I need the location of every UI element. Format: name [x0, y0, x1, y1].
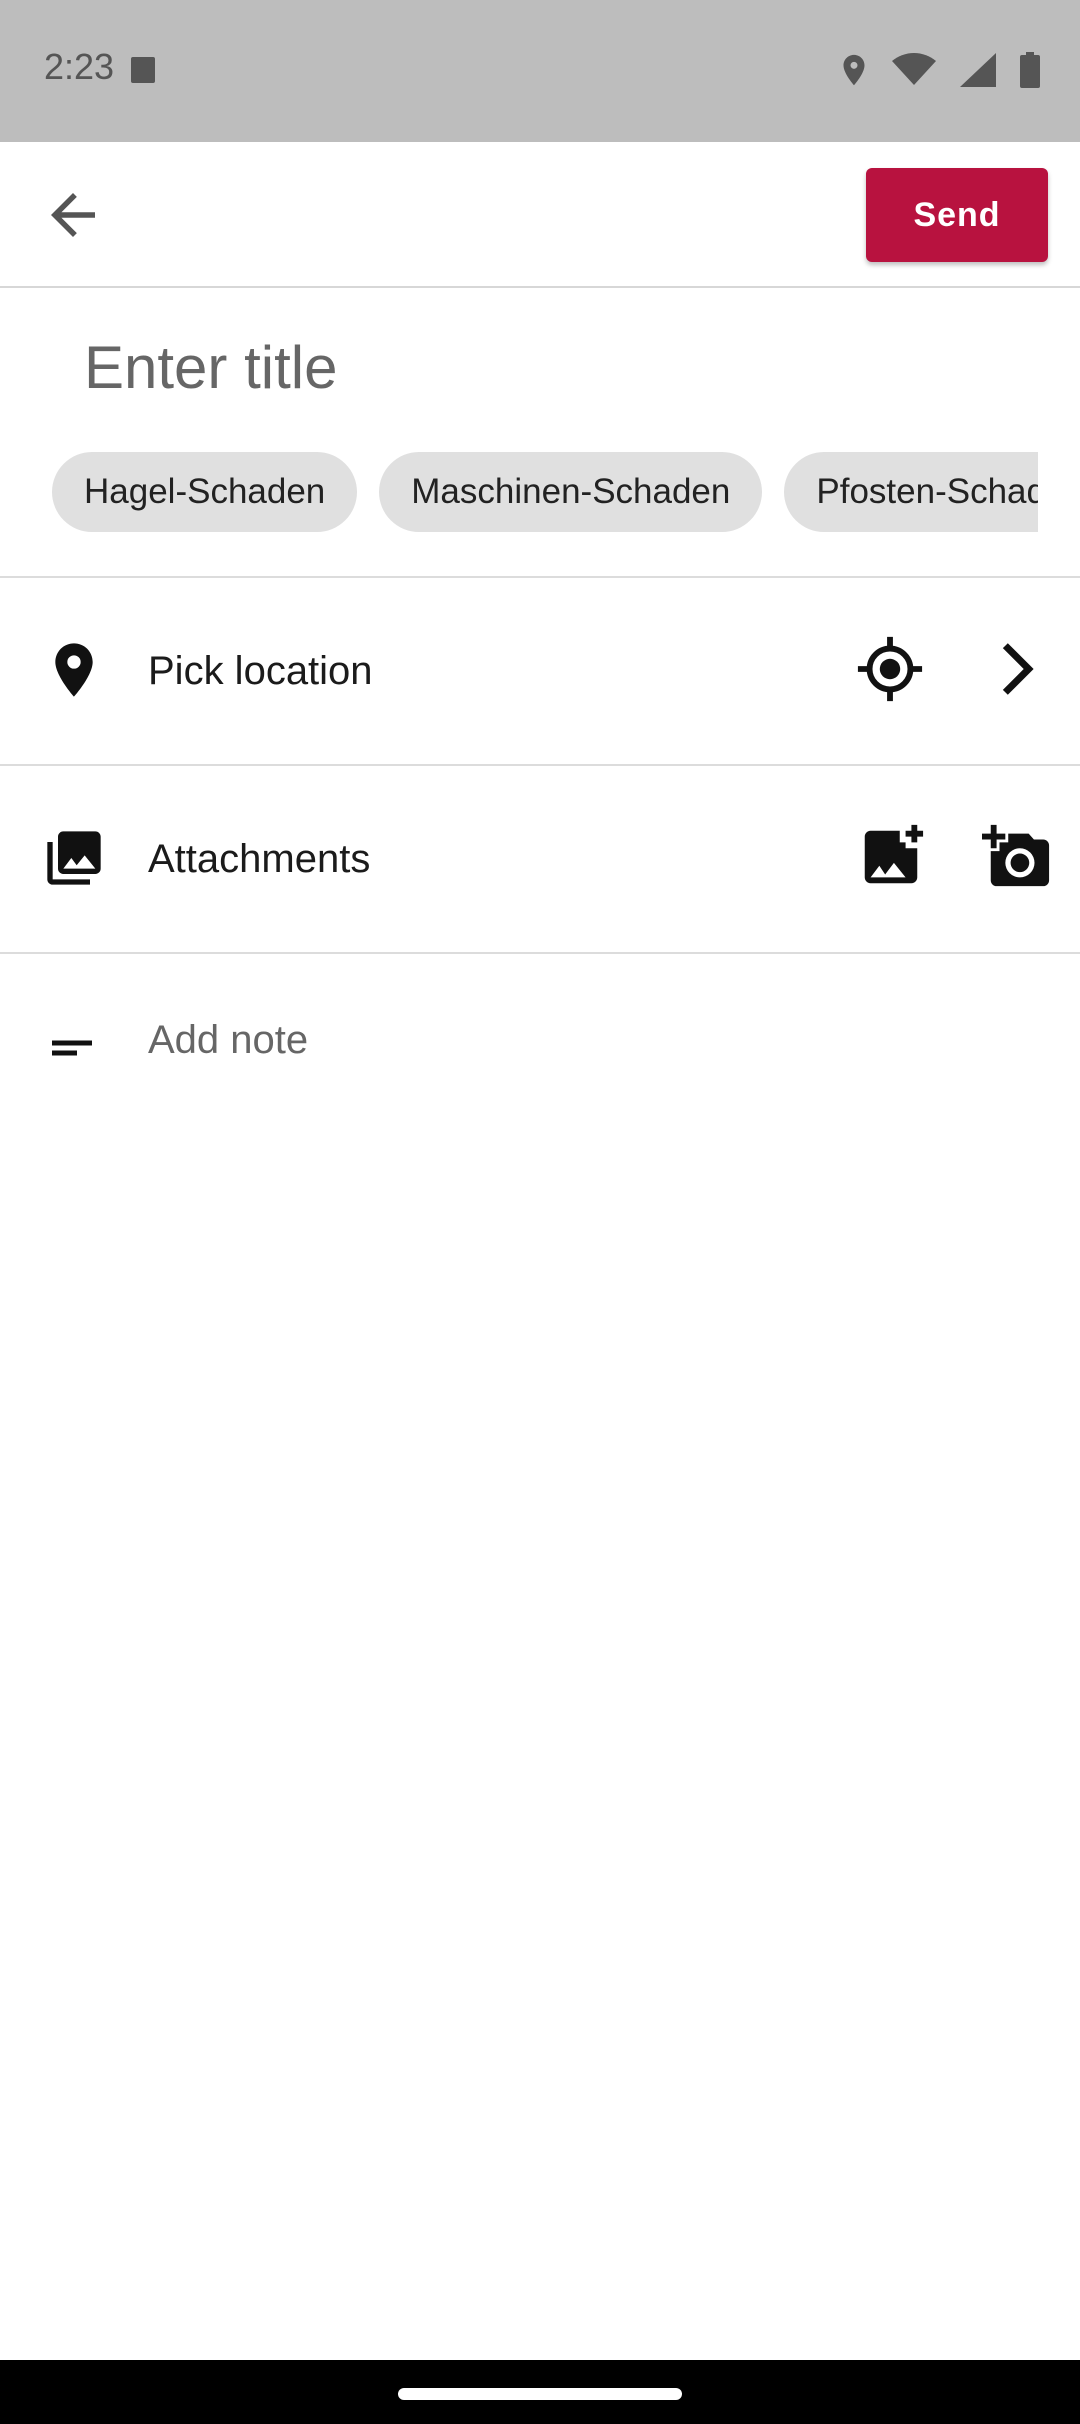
tag-chip-maschinen[interactable]: Maschinen-Schaden: [379, 452, 763, 532]
add-note-field[interactable]: Add note: [148, 1018, 308, 1063]
attachments-row: Attachments: [0, 766, 1080, 952]
chevron-right-icon[interactable]: [982, 634, 1052, 704]
location-icon: [843, 54, 865, 86]
battery-icon: [1020, 52, 1040, 88]
wifi-icon: [892, 53, 936, 85]
status-time: 2:23: [44, 46, 115, 87]
short-text-icon: [52, 1040, 92, 1056]
attachments-label: Attachments: [148, 836, 371, 881]
location-row[interactable]: Pick location: [0, 578, 1080, 764]
tag-chip-hagel[interactable]: Hagel-Schaden: [52, 452, 358, 532]
pick-location-label: Pick location: [148, 648, 373, 693]
home-handle[interactable]: [398, 2388, 682, 2400]
keyboard-a-icon: [131, 57, 155, 83]
tag-chips: Hagel-Schaden Maschinen-Schaden Pfosten-…: [52, 452, 1038, 532]
title-input[interactable]: [84, 322, 1034, 412]
arrow-back-icon[interactable]: [40, 182, 106, 248]
divider: [0, 952, 1080, 954]
location-pin-icon: [55, 643, 93, 697]
add-photo-icon[interactable]: [856, 822, 926, 892]
app-bar: Send: [0, 142, 1080, 288]
photo-library-icon: [47, 831, 101, 885]
navigation-bar: [0, 2360, 1080, 2424]
send-button[interactable]: Send: [866, 168, 1048, 262]
my-location-icon[interactable]: [855, 634, 925, 704]
status-bar: 2:23: [0, 0, 1080, 142]
status-icons: [840, 52, 1040, 88]
tag-chip-pfosten[interactable]: Pfosten-Schaden: [784, 452, 1038, 532]
add-camera-icon[interactable]: [982, 822, 1052, 892]
signal-icon: [960, 53, 996, 87]
